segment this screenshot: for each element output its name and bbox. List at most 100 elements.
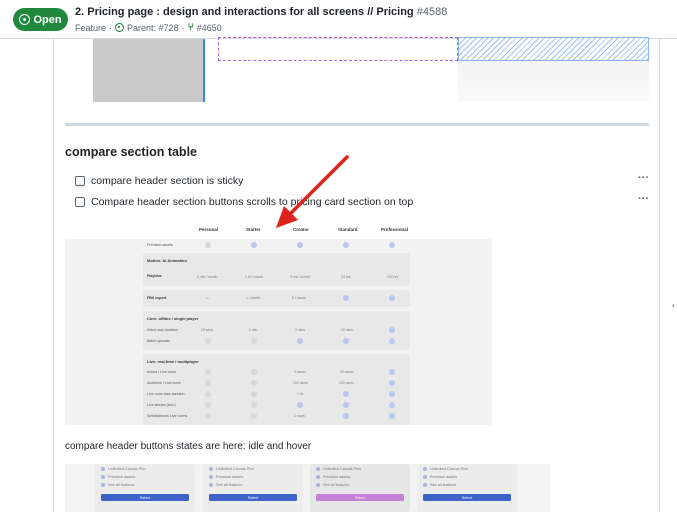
section-title: Core: offline / single player bbox=[147, 316, 199, 321]
feature-row: See all features bbox=[316, 483, 349, 487]
horizontal-rule bbox=[65, 123, 649, 126]
cell-value: 1 / month bbox=[246, 296, 261, 300]
feature-row: Unlimited Canvas Plus bbox=[209, 467, 254, 471]
parent-link[interactable]: Parent: #728 bbox=[127, 23, 179, 33]
feature-label: Premium assets bbox=[216, 475, 244, 479]
image-blue-divider bbox=[203, 39, 205, 102]
feature-dot bbox=[205, 369, 211, 375]
feature-label: Unlimited Canvas Plus bbox=[430, 467, 469, 471]
cell-value: 1 room bbox=[294, 414, 305, 418]
feature-dot bbox=[251, 338, 257, 344]
feature-dot bbox=[251, 413, 257, 419]
image-dashed-frame bbox=[218, 37, 458, 61]
status-label: Open bbox=[33, 13, 62, 26]
cell-value: 5 / month bbox=[292, 296, 307, 300]
task-label: Compare header section buttons scrolls t… bbox=[91, 196, 414, 208]
feature-row: See all features bbox=[209, 483, 242, 487]
row-label: Live room max duration bbox=[147, 392, 185, 396]
feature-dot bbox=[205, 380, 211, 386]
sidebar-toggle-icon[interactable]: ‹ bbox=[672, 300, 675, 310]
select-button-idle: Select bbox=[423, 494, 511, 501]
feature-check bbox=[389, 369, 395, 375]
issue-title[interactable]: 2. Pricing page : design and interaction… bbox=[75, 6, 447, 18]
feature-dot bbox=[205, 242, 211, 248]
feature-check bbox=[297, 338, 303, 344]
cell-value: — bbox=[206, 296, 210, 300]
column-creator: Creator bbox=[293, 227, 310, 232]
check-icon bbox=[423, 467, 427, 471]
task-label: compare header section is sticky bbox=[91, 175, 244, 187]
section-title: Motion: AI Animation bbox=[147, 258, 187, 263]
check-icon bbox=[101, 483, 105, 487]
check-icon bbox=[316, 467, 320, 471]
task-options-button[interactable]: ··· bbox=[638, 172, 649, 184]
feature-row: Unlimited Canvas Plus bbox=[316, 467, 361, 471]
issue-open-icon bbox=[19, 14, 31, 25]
row-label: Live stream (sec.) bbox=[147, 403, 176, 407]
cell-value: 1 min bbox=[249, 328, 258, 332]
check-icon bbox=[101, 467, 105, 471]
column-starter: Starter bbox=[246, 227, 261, 232]
feature-dot bbox=[205, 413, 211, 419]
feature-check bbox=[343, 338, 349, 344]
feature-dot bbox=[205, 338, 211, 344]
feature-dot bbox=[205, 391, 211, 397]
pricing-card-preview: Unlimited Canvas Plus Premium assets See… bbox=[203, 464, 303, 512]
task-options-button[interactable]: ··· bbox=[638, 193, 649, 205]
design-image-top[interactable] bbox=[65, 37, 649, 103]
feature-check bbox=[343, 413, 349, 419]
feature-label: Premium assets bbox=[430, 475, 458, 479]
feature-label: Premium assets bbox=[108, 475, 136, 479]
compare-table-screenshot[interactable]: Personal Starter Creator Standard Profes… bbox=[65, 222, 492, 425]
feature-row: Unlimited Canvas Plus bbox=[101, 467, 146, 471]
feature-check bbox=[343, 391, 349, 397]
cell-value: 1 hr / month bbox=[245, 275, 264, 279]
image-shadow-block bbox=[458, 61, 649, 102]
feature-check bbox=[389, 380, 395, 386]
feature-row: Premium assets bbox=[423, 475, 457, 479]
task-item: compare header section is sticky bbox=[75, 175, 243, 187]
row-label: Audience / Live room bbox=[147, 381, 181, 385]
check-icon bbox=[423, 475, 427, 479]
feature-label: Unlimited Canvas Plus bbox=[108, 467, 147, 471]
section-heading: compare section table bbox=[65, 145, 197, 159]
cell-value: 20 secs bbox=[201, 328, 213, 332]
feature-row: See all features bbox=[101, 483, 134, 487]
pull-request-icon: ⑂ bbox=[187, 22, 194, 33]
row-label: Simultaneous Live rooms bbox=[147, 414, 188, 418]
task-checkbox[interactable] bbox=[75, 197, 85, 207]
select-button-idle: Select bbox=[101, 494, 189, 501]
issue-sticky-header: Open 2. Pricing page : design and intera… bbox=[0, 0, 677, 39]
linked-pr-link[interactable]: #4650 bbox=[197, 23, 222, 33]
task-item: Compare header section buttons scrolls t… bbox=[75, 196, 413, 208]
row-label: Batch uploads bbox=[147, 339, 170, 343]
cell-value: 3 mins bbox=[295, 328, 305, 332]
feature-check bbox=[389, 295, 395, 301]
issue-meta: Feature · Parent: #728 · ⑂ #4650 bbox=[75, 22, 222, 33]
cell-value: 3 hrs / month bbox=[290, 275, 310, 279]
feature-label: Unlimited Canvas Plus bbox=[323, 467, 362, 471]
cell-value: 10 actors bbox=[340, 370, 354, 374]
status-badge: Open bbox=[13, 8, 68, 31]
feature-dot bbox=[205, 402, 211, 408]
image-placeholder-block bbox=[93, 39, 203, 102]
row-label: Video max duration bbox=[147, 328, 178, 332]
feature-label: See all features bbox=[108, 483, 135, 487]
feature-label: Premium assets bbox=[323, 475, 351, 479]
comment-border-left bbox=[53, 39, 54, 512]
meta-separator: · bbox=[109, 22, 113, 33]
task-checkbox[interactable] bbox=[75, 176, 85, 186]
issue-type: Feature bbox=[75, 22, 107, 33]
feature-label: See all features bbox=[430, 483, 457, 487]
check-icon bbox=[316, 483, 320, 487]
feature-dot bbox=[251, 380, 257, 386]
check-icon bbox=[423, 483, 427, 487]
feature-dot bbox=[251, 402, 257, 408]
feature-check bbox=[343, 402, 349, 408]
button-states-screenshot[interactable]: Unlimited Canvas Plus Premium assets See… bbox=[65, 464, 550, 512]
check-icon bbox=[209, 483, 213, 487]
column-standard: Standard bbox=[338, 227, 358, 232]
compare-header: Personal Starter Creator Standard Profes… bbox=[65, 222, 492, 239]
image-caption: compare header buttons states are here: … bbox=[65, 441, 312, 452]
cell-value: 100 users bbox=[293, 381, 308, 385]
